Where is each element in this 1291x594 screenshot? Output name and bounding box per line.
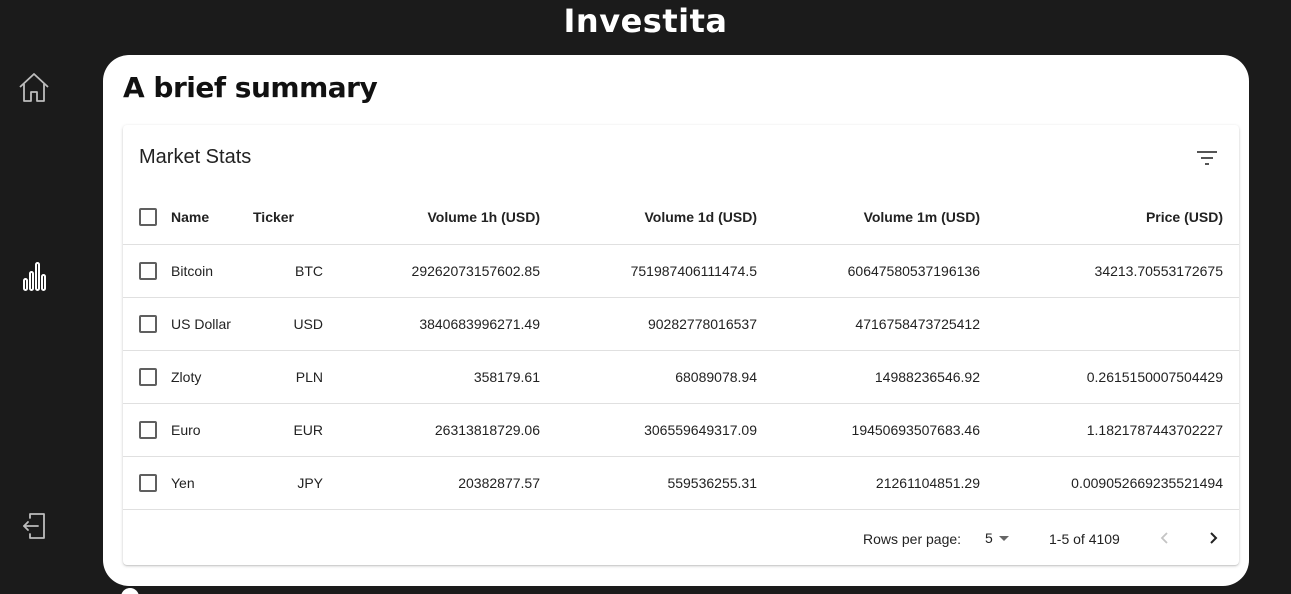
rows-per-page-label: Rows per page: <box>863 531 962 547</box>
pagination-range: 1-5 of 4109 <box>1049 531 1120 547</box>
table-header-row: Name Ticker Volume 1h (USD) Volume 1d (U… <box>123 191 1239 245</box>
cell-volume-1h: 20382877.57 <box>323 456 540 510</box>
cell-name: US Dollar <box>171 297 253 351</box>
cell-volume-1d: 306559649317.09 <box>540 403 757 457</box>
pagination-bar: Rows per page: 5 1-5 of 4109 <box>123 512 1239 565</box>
cell-name: Euro <box>171 403 253 457</box>
market-stats-title: Market Stats <box>139 146 252 168</box>
summary-card: A brief summary Market Stats Name Ticker… <box>103 55 1249 586</box>
column-header-name[interactable]: Name <box>171 191 253 245</box>
chevron-left-icon <box>1160 532 1168 544</box>
table-row[interactable]: Bitcoin BTC 29262073157602.85 7519874061… <box>123 244 1239 298</box>
row-select-cell <box>123 297 171 351</box>
chevron-right-icon <box>1210 532 1218 544</box>
row-checkbox[interactable] <box>139 420 157 439</box>
cell-ticker: EUR <box>253 403 323 457</box>
row-checkbox[interactable] <box>139 367 157 386</box>
cell-volume-1h: 26313818729.06 <box>323 403 540 457</box>
row-checkbox[interactable] <box>139 314 157 333</box>
row-checkbox[interactable] <box>139 261 157 280</box>
market-stats-table: Name Ticker Volume 1h (USD) Volume 1d (U… <box>123 191 1239 510</box>
cell-volume-1m: 60647580537196136 <box>757 244 980 298</box>
cell-name: Zloty <box>171 350 253 404</box>
cell-name: Yen <box>171 456 253 510</box>
cell-price: 0.009052669235521494 <box>980 456 1239 510</box>
cell-volume-1m: 14988236546.92 <box>757 350 980 404</box>
previous-page-button[interactable] <box>1153 526 1177 550</box>
table-row[interactable]: Euro EUR 26313818729.06 306559649317.09 … <box>123 403 1239 457</box>
select-all-checkbox[interactable] <box>139 208 157 227</box>
cell-volume-1d: 68089078.94 <box>540 350 757 404</box>
partial-avatar <box>121 588 139 594</box>
nav-stats-button[interactable] <box>16 258 52 294</box>
caret-down-icon <box>998 536 1009 541</box>
row-select-cell <box>123 350 171 404</box>
cell-ticker: JPY <box>253 456 323 510</box>
table-row[interactable]: US Dollar USD 3840683996271.49 902827780… <box>123 297 1239 351</box>
page-title: A brief summary <box>123 71 378 104</box>
nav-home-button[interactable] <box>16 69 52 105</box>
table-row[interactable]: Yen JPY 20382877.57 559536255.31 2126110… <box>123 456 1239 510</box>
cell-volume-1d: 90282778016537 <box>540 297 757 351</box>
row-select-cell <box>123 456 171 510</box>
cell-price: 34213.70553172675 <box>980 244 1239 298</box>
cell-volume-1m: 19450693507683.46 <box>757 403 980 457</box>
cell-volume-1h: 3840683996271.49 <box>323 297 540 351</box>
rows-per-page-value: 5 <box>985 530 993 546</box>
rows-per-page-select[interactable]: 5 <box>985 528 1011 548</box>
cell-volume-1d: 751987406111474.5 <box>540 244 757 298</box>
bar-chart-icon <box>23 262 46 291</box>
cell-ticker: BTC <box>253 244 323 298</box>
cell-volume-1m: 4716758473725412 <box>757 297 980 351</box>
row-select-cell <box>123 244 171 298</box>
cell-volume-1h: 358179.61 <box>323 350 540 404</box>
cell-ticker: PLN <box>253 350 323 404</box>
column-header-volume-1m[interactable]: Volume 1m (USD) <box>757 191 980 245</box>
logout-icon <box>23 513 45 539</box>
market-stats-panel: Market Stats Name Ticker Volume 1h (USD)… <box>123 125 1239 565</box>
filter-list-icon <box>1197 151 1217 165</box>
nav-logout-button[interactable] <box>16 508 52 544</box>
row-checkbox[interactable] <box>139 473 157 492</box>
app-title: Investita <box>563 2 728 40</box>
home-icon <box>19 73 49 102</box>
select-all-cell <box>123 191 171 245</box>
cell-ticker: USD <box>253 297 323 351</box>
filter-button[interactable] <box>1195 146 1219 170</box>
cell-volume-1h: 29262073157602.85 <box>323 244 540 298</box>
cell-volume-1m: 21261104851.29 <box>757 456 980 510</box>
next-page-button[interactable] <box>1201 526 1225 550</box>
column-header-volume-1d[interactable]: Volume 1d (USD) <box>540 191 757 245</box>
column-header-volume-1h[interactable]: Volume 1h (USD) <box>323 191 540 245</box>
column-header-ticker[interactable]: Ticker <box>253 191 323 245</box>
row-select-cell <box>123 403 171 457</box>
cell-volume-1d: 559536255.31 <box>540 456 757 510</box>
column-header-price[interactable]: Price (USD) <box>980 191 1239 245</box>
cell-price: 1.1821787443702227 <box>980 403 1239 457</box>
cell-price <box>980 297 1239 351</box>
cell-name: Bitcoin <box>171 244 253 298</box>
table-row[interactable]: Zloty PLN 358179.61 68089078.94 14988236… <box>123 350 1239 404</box>
cell-price: 0.2615150007504429 <box>980 350 1239 404</box>
